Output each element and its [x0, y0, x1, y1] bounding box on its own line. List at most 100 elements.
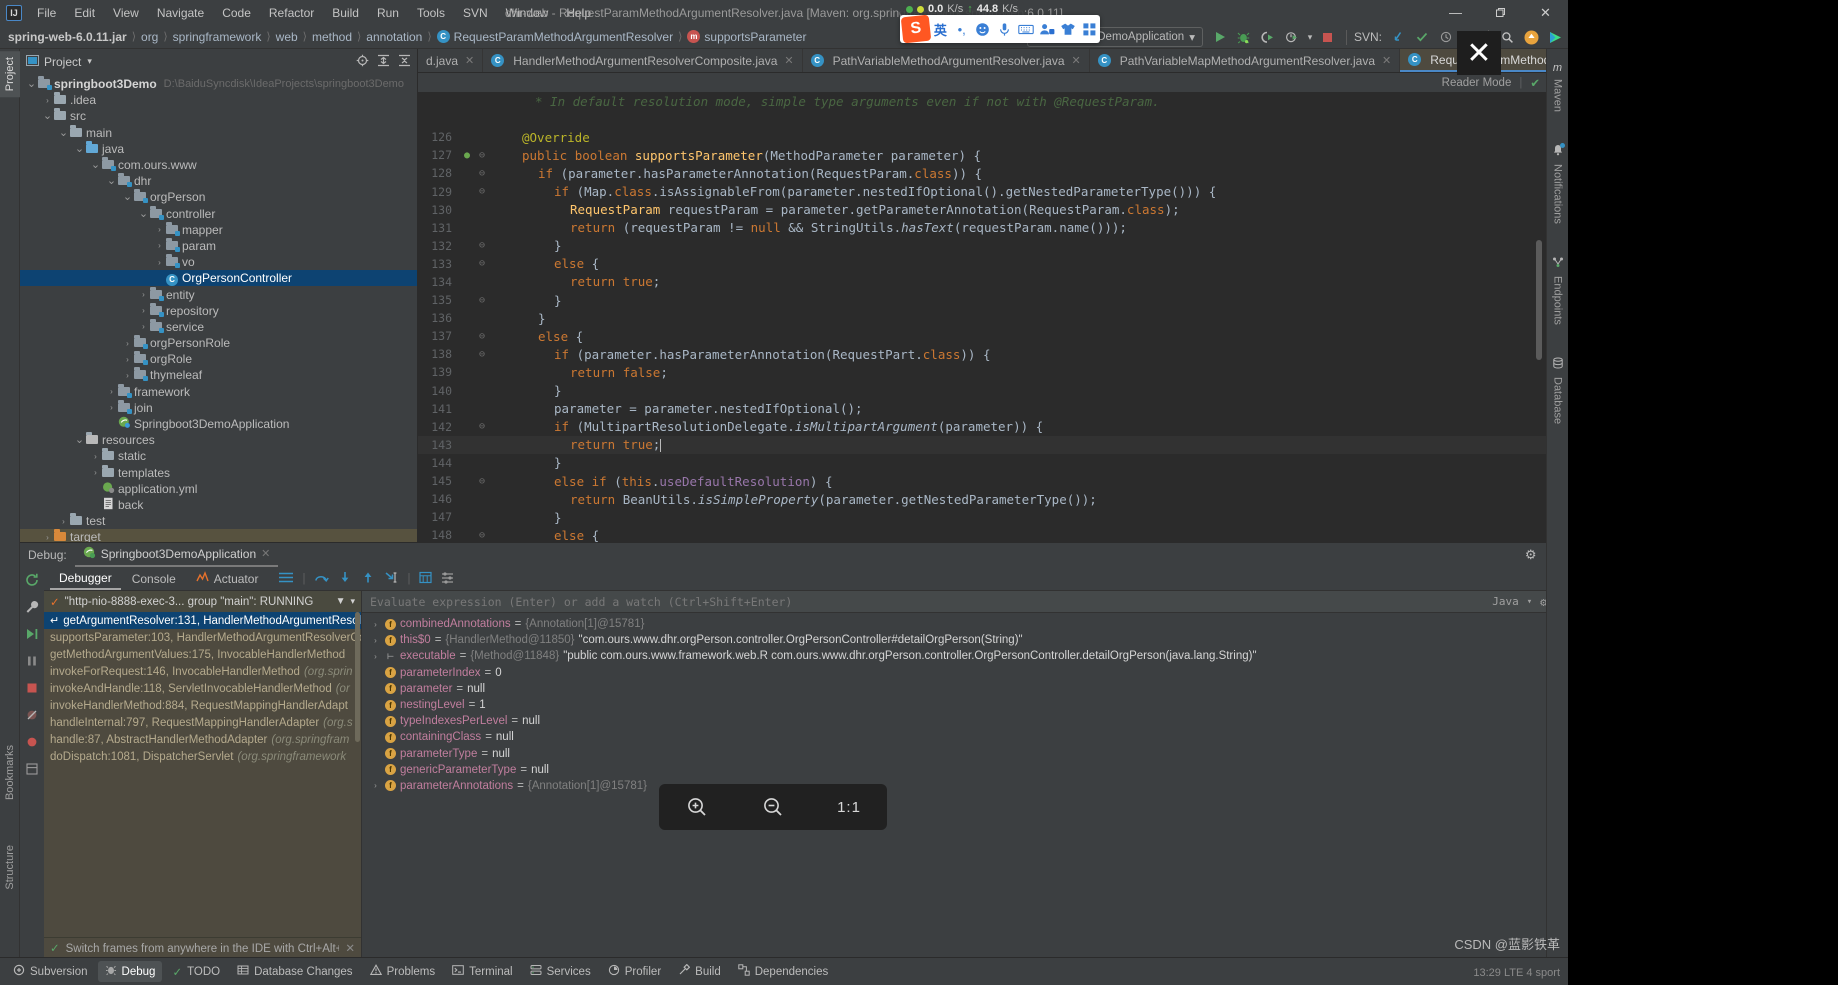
tree-expand-arrow-icon[interactable]: ⌄ — [122, 192, 133, 203]
tree-node-dhr[interactable]: ⌄ dhr — [20, 173, 417, 189]
rerun-icon[interactable] — [23, 571, 41, 589]
tool-window-project[interactable]: Project — [0, 51, 20, 98]
code-line[interactable]: 138 ⊖ if (parameter.hasParameterAnnotation… — [418, 345, 1568, 363]
ime-floating-bar[interactable]: S 英 •, — [900, 14, 1100, 44]
menu-tools[interactable]: Tools — [408, 3, 454, 23]
evaluate-expression-bar[interactable]: Evaluate expression (Enter) or add a wat… — [362, 591, 1568, 613]
status-services[interactable]: Services — [523, 961, 598, 982]
variable-row[interactable]: f parameterType = null — [362, 746, 1568, 762]
tree-node-springboot3demoapplication[interactable]: Springboot3DemoApplication — [20, 416, 417, 432]
tree-node-orgperson[interactable]: ⌄ orgPerson — [20, 189, 417, 205]
variable-row[interactable]: f parameter = null — [362, 681, 1568, 697]
status-dependencies[interactable]: Dependencies — [731, 961, 836, 982]
filter-icon[interactable]: ▼ — [336, 596, 346, 607]
editor-tab[interactable]: d.java ✕ — [418, 49, 484, 72]
code-fold-icon[interactable]: ⊖ — [474, 168, 490, 179]
editor-tab[interactable]: C PathVariableMethodArgumentResolver.java… — [803, 49, 1090, 72]
menu-view[interactable]: View — [104, 3, 148, 23]
tree-node-com-ours-www[interactable]: ⌄ com.ours.www — [20, 157, 417, 173]
debug-session-tab[interactable]: Springboot3DemoApplication ✕ — [74, 544, 279, 567]
status-debug[interactable]: Debug — [97, 961, 163, 982]
code-fold-icon[interactable]: ⊖ — [474, 421, 490, 432]
code-line[interactable]: 136} — [418, 309, 1568, 327]
code-line[interactable]: 146 return BeanUtils.isSimpleProperty(par… — [418, 490, 1568, 508]
scroll-from-source-icon[interactable] — [356, 54, 369, 70]
tree-node-orgpersoncontroller[interactable]: C OrgPersonController — [20, 270, 417, 287]
menu-svn[interactable]: SVN — [454, 3, 497, 23]
debug-button[interactable] — [1233, 27, 1255, 47]
settings-sliders-icon[interactable] — [441, 571, 454, 587]
tree-node-orgrole[interactable]: › orgRole — [20, 351, 417, 367]
tree-node-resources[interactable]: ⌄ resources — [20, 432, 417, 448]
code-fold-icon[interactable]: ⊖ — [474, 258, 490, 269]
tree-node-templates[interactable]: › templates — [20, 464, 417, 481]
editor-tab-bar[interactable]: d.java ✕ C HandlerMethodArgumentResolverCom… — [418, 49, 1568, 73]
tree-node-java[interactable]: ⌄ java — [20, 140, 417, 157]
tree-expand-arrow-icon[interactable]: › — [138, 306, 149, 315]
code-line[interactable]: 132 ⊖} — [418, 237, 1568, 255]
code-line[interactable]: 133 ⊖ else { — [418, 255, 1568, 273]
step-into-icon[interactable] — [338, 571, 352, 587]
code-line[interactable]: 131 return (requestParam != null && Strin… — [418, 219, 1568, 237]
tree-expand-arrow-icon[interactable]: › — [106, 403, 117, 412]
code-line[interactable]: 143 return true; — [418, 435, 1568, 454]
tree-expand-arrow-icon[interactable]: ⌄ — [74, 143, 85, 154]
tool-window-database[interactable]: Database — [1550, 350, 1566, 431]
tree-node-mapper[interactable]: › mapper — [20, 221, 417, 238]
ime-microphone-icon[interactable] — [994, 16, 1015, 42]
tool-window-notifications[interactable]: Notifications — [1550, 137, 1566, 231]
tool-window-bookmarks[interactable]: Bookmarks — [0, 739, 20, 806]
collapse-all-icon[interactable] — [398, 54, 411, 70]
stack-frame[interactable]: doDispatch:1081, DispatcherServlet (org.… — [44, 748, 361, 765]
tree-expand-arrow-icon[interactable]: › — [122, 355, 133, 364]
tree-expand-arrow-icon[interactable]: › — [42, 533, 53, 542]
code-line[interactable]: 134 return true; — [418, 273, 1568, 291]
tree-node--idea[interactable]: › .idea — [20, 92, 417, 108]
zoom-in-button[interactable] — [676, 790, 718, 824]
run-with-coverage-button[interactable] — [1257, 27, 1279, 47]
tree-node-param[interactable]: › param — [20, 237, 417, 254]
code-fold-icon[interactable]: ⊖ — [474, 331, 490, 342]
step-out-icon[interactable] — [361, 571, 375, 587]
variable-expand-arrow-icon[interactable]: › — [370, 781, 381, 790]
menu-navigate[interactable]: Navigate — [148, 3, 213, 23]
tree-node-static[interactable]: › static — [20, 448, 417, 464]
status-subversion[interactable]: Subversion — [6, 961, 95, 982]
stop-icon[interactable] — [23, 679, 41, 697]
breadcrumb-item-org[interactable]: org — [141, 30, 158, 44]
code-fold-icon[interactable]: ⊖ — [474, 295, 490, 306]
stack-frame[interactable]: getMethodArgumentValues:175, InvocableHa… — [44, 646, 361, 663]
tree-expand-arrow-icon[interactable]: › — [42, 96, 53, 105]
tree-expand-arrow-icon[interactable]: › — [90, 468, 101, 477]
tree-node-framework[interactable]: › framework — [20, 383, 417, 400]
tree-node-application-yml[interactable]: application.yml — [20, 481, 417, 497]
menu-file[interactable]: File — [28, 3, 65, 23]
tree-expand-arrow-icon[interactable]: › — [122, 339, 133, 348]
zoom-reset-button[interactable]: 1:1 — [828, 790, 870, 824]
tree-expand-arrow-icon[interactable]: › — [90, 452, 101, 461]
tree-expand-arrow-icon[interactable]: › — [138, 290, 149, 299]
breadcrumb-item-jar[interactable]: spring-web-6.0.11.jar — [8, 30, 127, 44]
code-line[interactable]: 130 RequestParam requestParam = parameter… — [418, 201, 1568, 219]
tool-window-endpoints[interactable]: Endpoints — [1550, 249, 1566, 332]
zoom-out-button[interactable] — [752, 790, 794, 824]
frames-list[interactable]: ↵ getArgumentResolver:131, HandlerMethodA… — [44, 612, 361, 937]
code-line[interactable]: 145 ⊖ else if (this.useDefaultResolution) … — [418, 472, 1568, 490]
profiler-button[interactable] — [1281, 27, 1303, 47]
tree-expand-arrow-icon[interactable]: › — [58, 517, 69, 526]
svn-commit-icon[interactable] — [1411, 27, 1433, 47]
status-terminal[interactable]: Terminal — [445, 961, 519, 982]
ime-emoji-icon[interactable] — [972, 16, 993, 42]
stack-frame[interactable]: invokeHandlerMethod:884, RequestMappingH… — [44, 697, 361, 714]
tree-expand-arrow-icon[interactable]: ⌄ — [106, 176, 117, 187]
gear-icon[interactable]: ⚙ — [1525, 547, 1537, 563]
tree-expand-arrow-icon[interactable]: › — [154, 258, 165, 267]
variable-row[interactable]: f genericParameterType = null — [362, 762, 1568, 778]
breadcrumb-item-annotation[interactable]: annotation — [366, 30, 422, 44]
tree-node-orgpersonrole[interactable]: › orgPersonRole — [20, 335, 417, 351]
code-line[interactable]: 128 ⊖ if (parameter.hasParameterAnnotation… — [418, 164, 1568, 182]
close-button[interactable]: ✕ — [1523, 0, 1568, 25]
close-icon[interactable]: ✕ — [261, 547, 270, 560]
breadcrumb-item-web[interactable]: web — [276, 30, 298, 44]
tree-node-main[interactable]: ⌄ main — [20, 124, 417, 141]
